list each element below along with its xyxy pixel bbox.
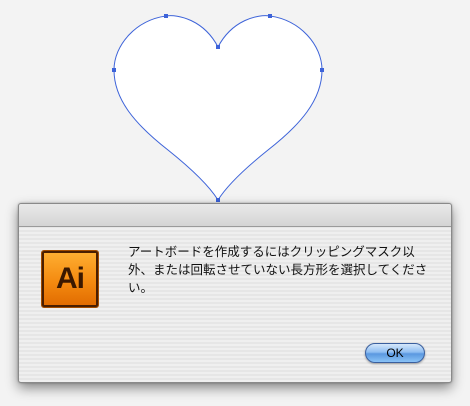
anchor-point[interactable]: [164, 14, 168, 18]
ok-button-label: OK: [386, 346, 404, 360]
adobe-illustrator-app-icon: Ai: [41, 250, 99, 308]
dialog-titlebar[interactable]: [19, 204, 451, 227]
anchor-point[interactable]: [320, 68, 324, 72]
anchor-point[interactable]: [268, 14, 272, 18]
anchor-point[interactable]: [216, 45, 220, 49]
alert-message: アートボードを作成するにはクリッピングマスク以外、または回転させていない長方形を…: [128, 244, 428, 295]
anchor-point[interactable]: [112, 68, 116, 72]
app-icon-label: Ai: [56, 262, 85, 295]
alert-dialog: Ai アートボードを作成するにはクリッピングマスク以外、または回転させていない長…: [18, 203, 452, 383]
anchor-point[interactable]: [216, 198, 220, 202]
ok-button[interactable]: OK: [365, 343, 425, 363]
heart-path[interactable]: [113, 15, 323, 201]
